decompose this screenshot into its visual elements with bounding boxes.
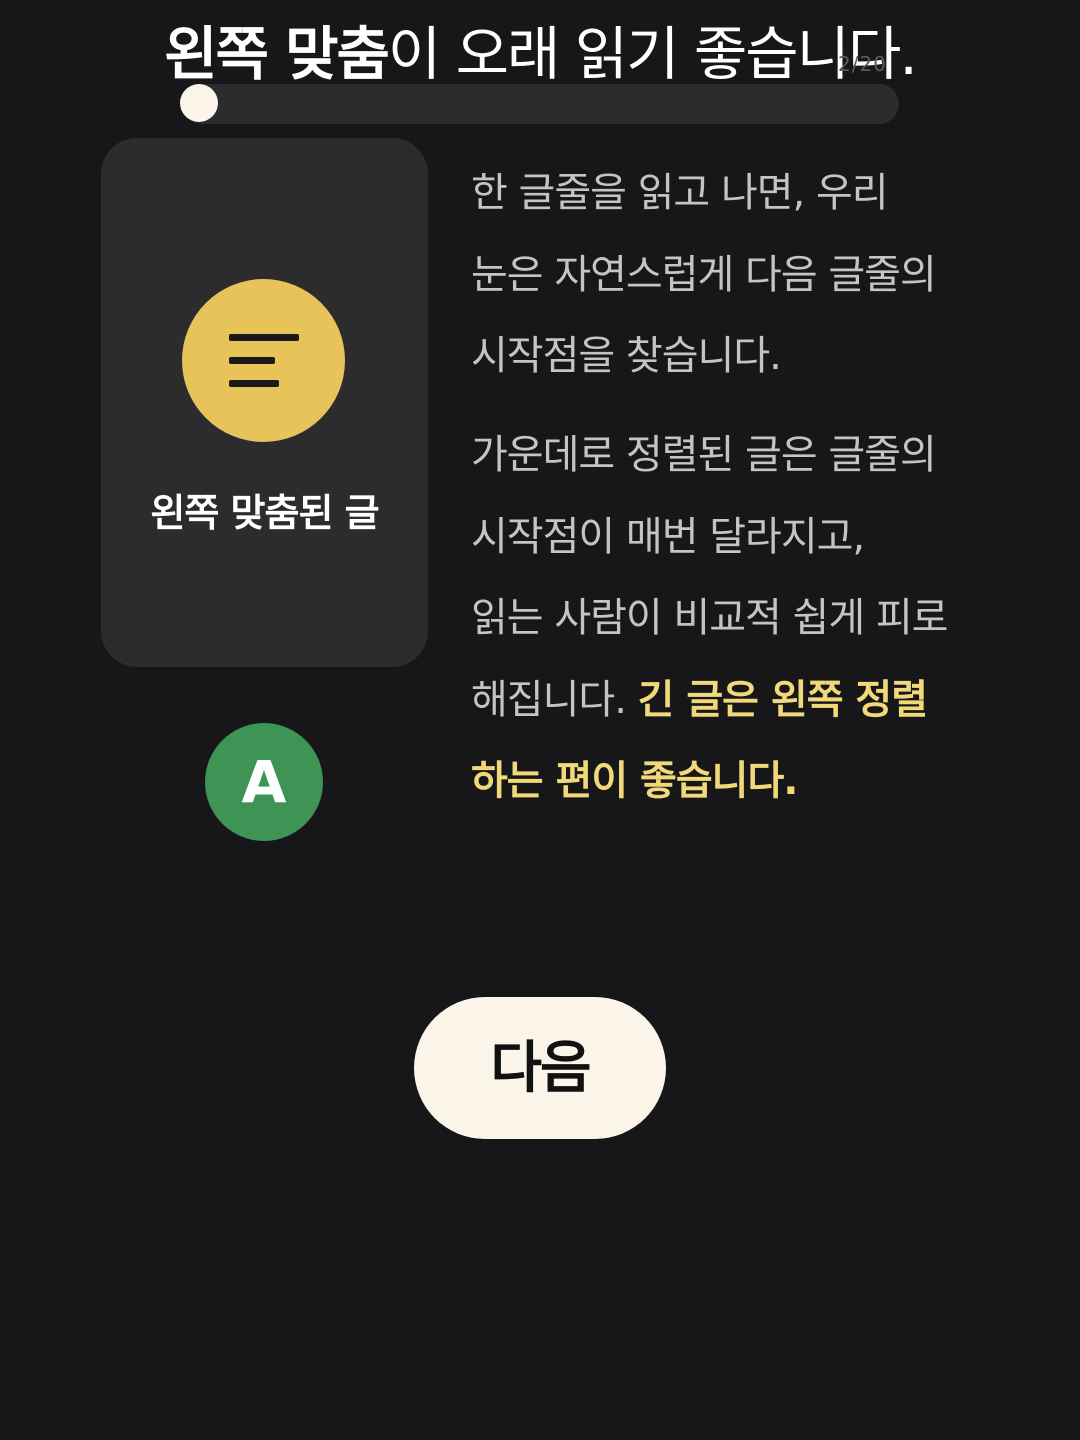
align-left-icon-bar-top [229,334,299,341]
body-line-mixed: 해집니다. 긴 글은 왼쪽 정렬 [471,660,1011,742]
body-line: 가운데로 정렬된 글은 글줄의 [471,432,937,478]
progress-track[interactable] [182,84,899,124]
align-left-icon [182,279,345,442]
card-label: 왼쪽 맞춤된 글 [150,491,379,535]
body-line: 한 글줄을 읽고 나면, 우리 [471,170,889,216]
align-left-icon-bar-bottom [229,380,279,387]
example-card: 왼쪽 맞춤된 글 [101,138,428,667]
avatar[interactable]: A [205,723,323,841]
body-paragraph-2: 가운데로 정렬된 글은 글줄의 시작점이 매번 달라지고, 읽는 사람이 비교적… [471,415,1011,823]
body-line: 시작점을 찾습니다. [471,333,782,379]
body-line: 시작점이 매번 달라지고, [471,513,865,560]
page-counter: 2/20 [838,52,887,76]
title-rest: 이 오래 읽기 좋습니다. [387,20,918,88]
title-emphasis: 왼쪽 맞춤 [164,20,390,88]
progress-knob[interactable] [180,84,218,122]
body-line: 눈은 자연스럽게 다음 글줄의 [471,251,937,298]
body-text-highlight: 하는 편이 좋습니다. [471,758,798,804]
body-line: 읽는 사람이 비교적 쉽게 피로 [471,595,948,641]
next-button[interactable]: 다음 [414,997,666,1139]
align-left-icon-bar-middle [229,357,275,364]
body-text-plain: 해집니다. [471,676,638,723]
page-title: 왼쪽 맞춤이 오래 읽기 좋습니다. [0,18,1080,90]
body-paragraph-1: 한 글줄을 읽고 나면, 우리 눈은 자연스럽게 다음 글줄의 시작점을 찾습니… [471,153,1011,398]
body-text-highlight: 긴 글은 왼쪽 정렬 [637,676,928,723]
